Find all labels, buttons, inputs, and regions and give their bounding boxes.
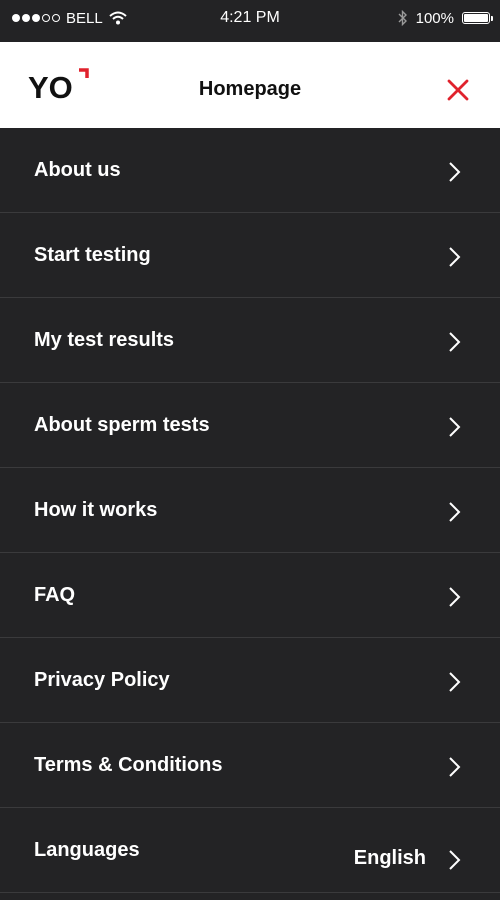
menu-item-terms-conditions[interactable]: Terms & Conditions: [0, 723, 500, 808]
menu-item-label: Languages: [34, 839, 140, 861]
battery-icon: [462, 12, 493, 24]
menu-item-languages[interactable]: Languages English: [0, 808, 500, 893]
menu-item-label: Privacy Policy: [34, 669, 170, 691]
battery-fill: [464, 14, 488, 22]
menu-item-about-us[interactable]: About us: [0, 128, 500, 213]
chevron-right-icon: [449, 247, 461, 267]
menu-item-privacy-policy[interactable]: Privacy Policy: [0, 638, 500, 723]
menu-item-label: About sperm tests: [34, 414, 210, 436]
chevron-right-icon: [449, 162, 461, 182]
chevron-right-icon: [449, 757, 461, 777]
battery-percentage: 100%: [415, 9, 454, 27]
menu-item-faq[interactable]: FAQ: [0, 553, 500, 638]
navigation-menu: About us Start testing My test results A…: [0, 128, 500, 893]
close-icon[interactable]: [446, 78, 470, 102]
chevron-right-icon: [449, 417, 461, 437]
menu-item-my-test-results[interactable]: My test results: [0, 298, 500, 383]
menu-item-start-testing[interactable]: Start testing: [0, 213, 500, 298]
menu-item-about-sperm-tests[interactable]: About sperm tests: [0, 383, 500, 468]
chevron-right-icon: [449, 672, 461, 692]
status-bar: BELL 4:21 PM 100%: [0, 0, 500, 42]
menu-item-how-it-works[interactable]: How it works: [0, 468, 500, 553]
header: YO Homepage: [0, 42, 500, 128]
menu-item-label: Start testing: [34, 244, 151, 266]
menu-item-label: FAQ: [34, 584, 76, 606]
bluetooth-icon: [398, 10, 407, 26]
menu-item-label: My test results: [34, 329, 175, 351]
selected-language: English: [353, 847, 426, 869]
menu-item-label: About us: [34, 159, 121, 181]
chevron-right-icon: [449, 332, 461, 352]
menu-item-label: How it works: [34, 499, 158, 521]
page-title: Homepage: [198, 78, 302, 100]
chevron-right-icon: [449, 587, 461, 607]
chevron-right-icon: [449, 502, 461, 522]
chevron-right-icon: [449, 850, 461, 870]
menu-item-label: Terms & Conditions: [34, 754, 223, 776]
status-right: 100%: [398, 0, 493, 36]
